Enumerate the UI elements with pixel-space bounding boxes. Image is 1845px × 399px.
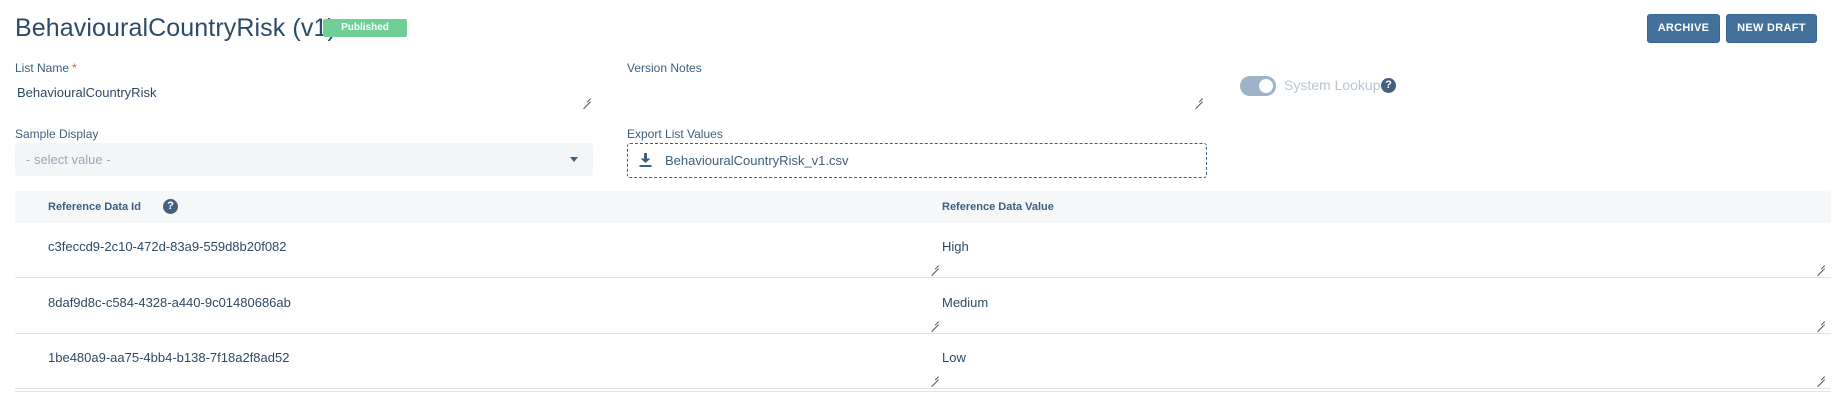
table-row: c3feccd9-2c10-472d-83a9-559d8b20f082 Hig… [15, 223, 1831, 278]
question-circle-icon[interactable]: ? [163, 199, 178, 214]
resize-handle-icon[interactable] [929, 259, 939, 269]
list-name-value: BehaviouralCountryRisk [17, 85, 157, 100]
resize-handle-icon[interactable] [581, 92, 591, 102]
caret-down-icon [570, 157, 578, 162]
resize-handle-icon[interactable] [1193, 92, 1203, 102]
version-notes-label: Version Notes [627, 61, 702, 75]
reference-value-field[interactable]: Low [942, 334, 1827, 388]
table-bottom-divider [15, 391, 1831, 392]
reference-id-value: c3feccd9-2c10-472d-83a9-559d8b20f082 [48, 239, 287, 254]
export-file-link[interactable]: BehaviouralCountryRisk_v1.csv [627, 143, 1207, 178]
new-draft-button[interactable]: NEW DRAFT [1726, 14, 1817, 43]
reference-id-field[interactable]: c3feccd9-2c10-472d-83a9-559d8b20f082 [33, 223, 941, 277]
status-badge: Published [323, 19, 407, 37]
export-file-name: BehaviouralCountryRisk_v1.csv [665, 153, 849, 168]
column-header-reference-value: Reference Data Value [942, 201, 1054, 213]
system-lookup-label: System Lookup [1284, 77, 1381, 93]
page-title: BehaviouralCountryRisk (v1) [15, 14, 336, 42]
reference-id-field[interactable]: 1be480a9-aa75-4bb4-b138-7f18a2f8ad52 [33, 334, 941, 388]
toggle-knob [1259, 79, 1273, 93]
table-row: 8daf9d8c-c584-4328-a440-9c01480686ab Med… [15, 279, 1831, 334]
reference-value-field[interactable]: High [942, 223, 1827, 277]
sample-display-label: Sample Display [15, 127, 99, 141]
table-header: Reference Data Id ? Reference Data Value [15, 191, 1831, 223]
list-name-field[interactable]: BehaviouralCountryRisk [15, 78, 593, 104]
sample-display-placeholder: - select value - [26, 152, 111, 167]
list-name-label: List Name * [15, 61, 77, 75]
reference-id-value: 8daf9d8c-c584-4328-a440-9c01480686ab [48, 295, 291, 310]
reference-value-value: Medium [942, 295, 989, 310]
column-header-reference-id: Reference Data Id [48, 201, 141, 213]
reference-value-value: Low [942, 350, 966, 365]
required-marker: * [72, 61, 77, 75]
resize-handle-icon[interactable] [929, 370, 939, 380]
table-row: 1be480a9-aa75-4bb4-b138-7f18a2f8ad52 Low [15, 334, 1831, 389]
archive-button[interactable]: ARCHIVE [1647, 14, 1720, 43]
system-lookup-toggle[interactable] [1240, 76, 1276, 96]
question-circle-icon[interactable]: ? [1381, 78, 1396, 93]
reference-id-value: 1be480a9-aa75-4bb4-b138-7f18a2f8ad52 [48, 350, 290, 365]
resize-handle-icon[interactable] [1815, 315, 1825, 325]
export-list-values-label: Export List Values [627, 127, 723, 141]
reference-value-field[interactable]: Medium [942, 279, 1827, 333]
resize-handle-icon[interactable] [1815, 259, 1825, 269]
version-notes-field[interactable] [627, 78, 1205, 104]
sample-display-select[interactable]: - select value - [15, 143, 593, 176]
reference-id-field[interactable]: 8daf9d8c-c584-4328-a440-9c01480686ab [33, 279, 941, 333]
resize-handle-icon[interactable] [929, 315, 939, 325]
resize-handle-icon[interactable] [1815, 370, 1825, 380]
reference-value-value: High [942, 239, 969, 254]
download-icon [639, 153, 652, 167]
